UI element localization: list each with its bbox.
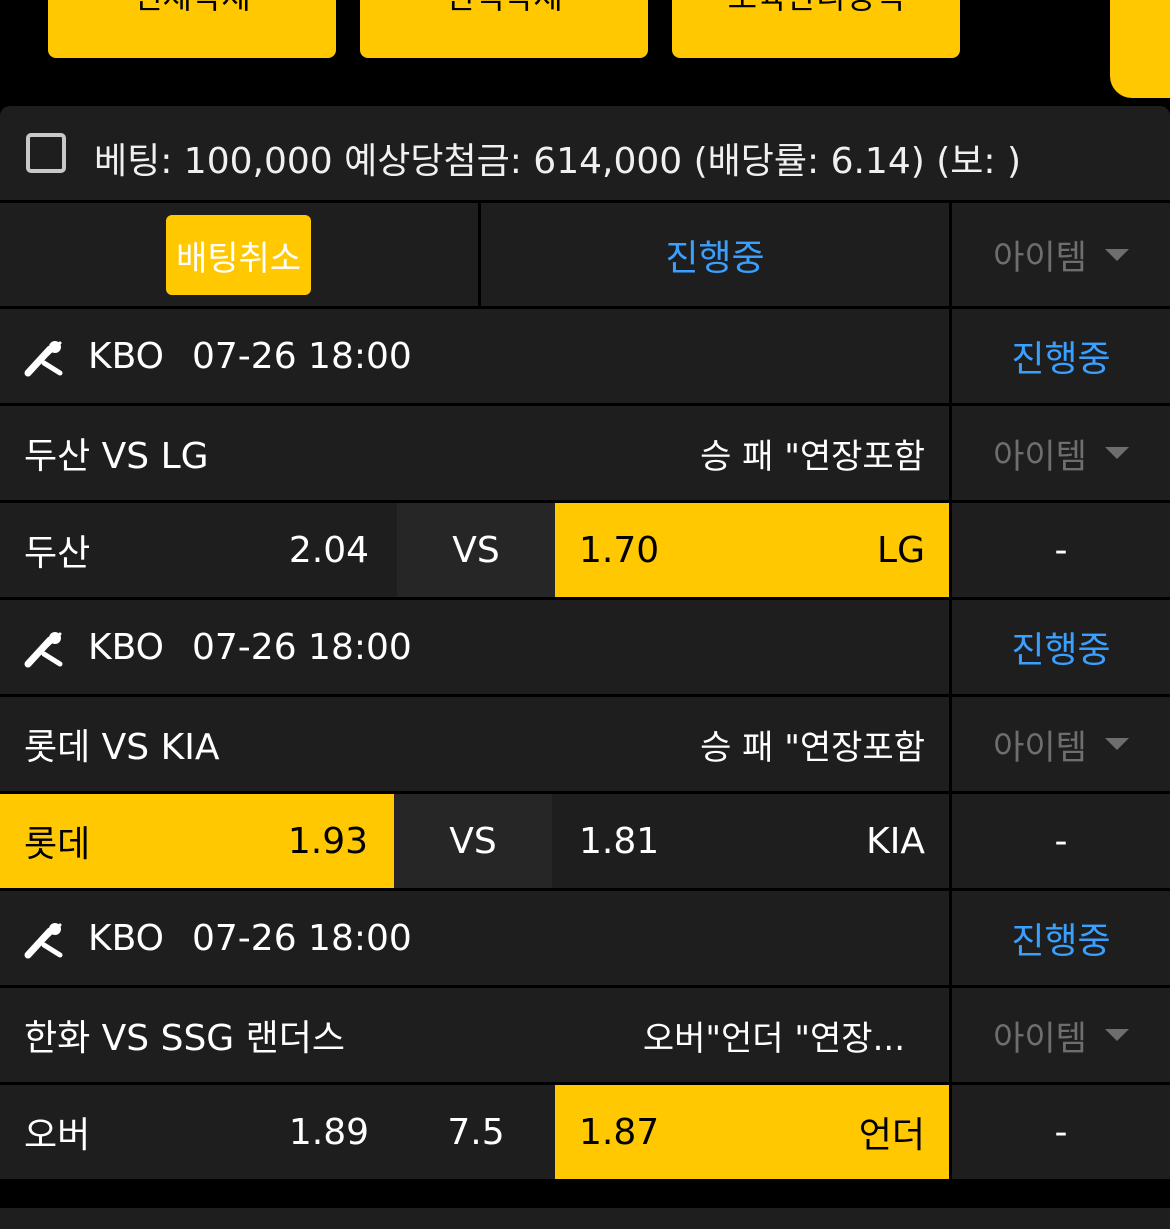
game-status: 진행중 — [1011, 339, 1111, 380]
bet-summary-text: 베팅: 100,000 예상당첨금: 614,000 (배당률: 6.14) (… — [94, 141, 1022, 182]
game-market-row: 한화 VS SSG 랜더스 오버"언더 "연장... 아이템 — [0, 988, 1170, 1082]
item-dropdown[interactable]: 아이템 — [952, 406, 1170, 500]
game-status: 진행중 — [1011, 921, 1111, 962]
bet-header-row: 배팅취소 진행중 아이템 — [0, 203, 1170, 306]
away-odds-button[interactable]: 1.87 언더 — [555, 1085, 949, 1179]
home-odds-button[interactable]: 두산 2.04 — [0, 503, 397, 597]
item-dropdown[interactable]: 아이템 — [952, 988, 1170, 1082]
away-odds-button[interactable]: 1.70 LG — [555, 503, 949, 597]
home-team: 오버 — [24, 1115, 91, 1156]
match-title: 롯데 VS KIA — [24, 727, 220, 768]
league-name: KBO — [88, 335, 165, 377]
away-team: 언더 — [858, 1115, 925, 1156]
item-result: - — [1054, 1111, 1068, 1153]
away-team: KIA — [866, 820, 925, 862]
chevron-down-icon — [1104, 1029, 1129, 1041]
delete-all-label: 전체삭제 — [133, 0, 251, 18]
delete-all-button[interactable]: 전체삭제 — [48, 0, 336, 58]
cancel-bet-button[interactable]: 배팅취소 — [166, 215, 311, 295]
game-odds-row: 롯데 1.93 VS 1.81 KIA - — [0, 794, 1170, 888]
market-type: 오버"언더 "연장... — [642, 1018, 905, 1059]
league-name: KBO — [88, 626, 165, 668]
game-odds-row: 오버 1.89 7.5 1.87 언더 - — [0, 1085, 1170, 1179]
handicap-cell: 7.5 — [397, 1085, 555, 1179]
delete-selected-button[interactable]: 선택삭제 — [360, 0, 648, 58]
market-type: 승 패 "연장포함 — [700, 436, 925, 477]
away-odds-button[interactable]: 1.81 KIA — [555, 794, 949, 888]
game-info-row: KBO 07-26 18:00 진행중 — [0, 309, 1170, 403]
game-info-row: KBO 07-26 18:00 진행중 — [0, 600, 1170, 694]
chevron-down-icon — [1104, 738, 1129, 750]
item-dropdown-label: 아이템 — [993, 436, 1087, 477]
delete-selected-label: 선택삭제 — [445, 0, 563, 18]
handicap-value: 7.5 — [447, 1111, 505, 1153]
game-odds-row: 두산 2.04 VS 1.70 LG - — [0, 503, 1170, 597]
away-odds: 1.87 — [579, 1111, 660, 1153]
game-market-row: 두산 VS LG 승 패 "연장포함 아이템 — [0, 406, 1170, 500]
policy-label: 보육관리정책 — [728, 0, 905, 18]
baseball-icon — [24, 632, 63, 668]
home-odds: 1.93 — [287, 820, 368, 862]
select-checkbox[interactable] — [26, 133, 66, 173]
chevron-down-icon — [1104, 248, 1129, 261]
policy-button[interactable]: 보육관리정책 — [672, 0, 960, 58]
bet-summary: 베팅: 100,000 예상당첨금: 614,000 (배당률: 6.14) (… — [0, 106, 1170, 200]
baseball-icon — [24, 923, 63, 959]
home-odds: 1.89 — [288, 1111, 369, 1153]
game-datetime: 07-26 18:00 — [192, 917, 412, 959]
next-bet-panel — [0, 1208, 1170, 1229]
away-odds: 1.81 — [579, 820, 660, 862]
item-dropdown-label: 아이템 — [993, 727, 1087, 768]
draw-cell: VS — [397, 503, 555, 597]
home-team: 롯데 — [24, 824, 91, 865]
item-dropdown[interactable]: 아이템 — [952, 203, 1170, 306]
item-result: - — [1054, 529, 1068, 571]
game-info-row: KBO 07-26 18:00 진행중 — [0, 891, 1170, 985]
match-title: 두산 VS LG — [24, 436, 209, 477]
item-dropdown-label: 아이템 — [993, 1018, 1087, 1059]
item-dropdown-label: 아이템 — [993, 238, 1087, 278]
side-tab[interactable] — [1110, 0, 1170, 98]
game-datetime: 07-26 18:00 — [192, 626, 412, 668]
away-odds: 1.70 — [579, 529, 660, 571]
game-market-row: 롯데 VS KIA 승 패 "연장포함 아이템 — [0, 697, 1170, 791]
market-type: 승 패 "연장포함 — [700, 727, 925, 768]
match-title: 한화 VS SSG 랜더스 — [24, 1018, 346, 1059]
item-dropdown[interactable]: 아이템 — [952, 697, 1170, 791]
away-team: LG — [877, 529, 925, 571]
game-status: 진행중 — [1011, 630, 1111, 671]
item-result: - — [1054, 820, 1068, 862]
game-datetime: 07-26 18:00 — [192, 335, 412, 377]
chevron-down-icon — [1104, 447, 1129, 459]
home-odds-button[interactable]: 롯데 1.93 — [0, 794, 394, 888]
bet-status: 진행중 — [665, 237, 765, 279]
vs-label: VS — [452, 529, 500, 571]
draw-cell: VS — [394, 794, 552, 888]
baseball-icon — [24, 341, 63, 377]
home-odds: 2.04 — [288, 529, 369, 571]
vs-label: VS — [449, 820, 497, 862]
home-team: 두산 — [24, 533, 91, 574]
league-name: KBO — [88, 917, 165, 959]
home-odds-button[interactable]: 오버 1.89 — [0, 1085, 397, 1179]
